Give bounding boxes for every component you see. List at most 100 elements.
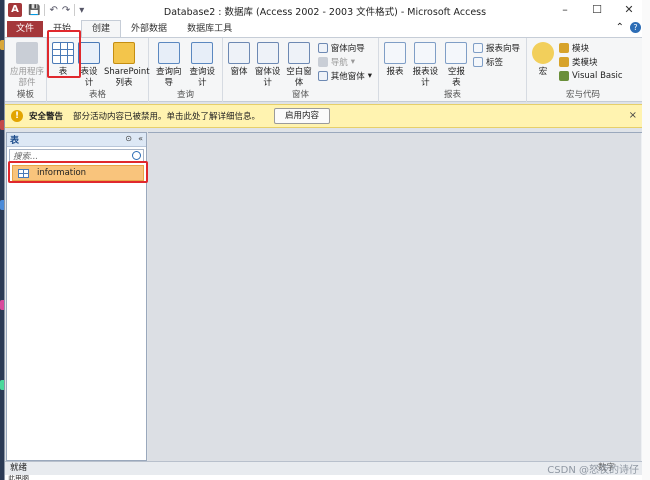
visual-basic-label: Visual Basic (572, 71, 623, 81)
access-app-icon[interactable]: A (8, 3, 22, 17)
report-design-label: 报表设计 (412, 67, 439, 88)
ribbon-collapse-icon[interactable]: ⌃ (616, 22, 624, 33)
macro-label: 宏 (538, 67, 548, 77)
tab-database-tools[interactable]: 数据库工具 (177, 21, 242, 37)
minimize-button[interactable]: – (549, 0, 581, 20)
query-wizard-icon (157, 42, 180, 64)
group-label-tables: 表格 (88, 90, 106, 100)
maximize-button[interactable]: ☐ (581, 0, 613, 20)
form-label: 窗体 (230, 67, 248, 77)
macro-icon (532, 42, 554, 64)
sharepoint-list-icon (113, 42, 135, 64)
tab-file[interactable]: 文件 (7, 21, 44, 37)
ribbon-group-reports: 报表 报表设计 空报表 报表向导 标签 报表 (379, 38, 527, 102)
document-workspace (148, 132, 645, 462)
group-label-forms: 窗体 (291, 90, 309, 100)
form-wizard-icon (317, 43, 328, 53)
desktop-label: 此电脑 (5, 475, 645, 480)
search-icon[interactable] (132, 151, 141, 160)
module-label: 模块 (572, 44, 590, 54)
visual-basic-button[interactable]: Visual Basic (559, 70, 623, 82)
form-design-label: 窗体设计 (254, 67, 281, 88)
form-design-icon (256, 42, 279, 64)
ribbon: 应用程序部件 模板 表 表设计 SharePoint 列表 表格 查询向导 查询… (5, 38, 645, 102)
customize-qat-icon[interactable]: ▾ (79, 5, 84, 16)
query-wizard-label: 查询向导 (155, 67, 182, 88)
blank-report-label: 空报表 (447, 67, 465, 88)
quick-access-toolbar: 💾 ↶ ↷ ▾ (28, 4, 84, 16)
group-label-reports: 报表 (443, 90, 461, 100)
labels-icon (472, 57, 483, 67)
blank-form-icon (288, 42, 311, 64)
table-design-label: 表设计 (80, 67, 98, 88)
more-forms-icon (317, 71, 328, 81)
security-warning-bar: ! 安全警告 部分活动内容已被禁用。单击此处了解详细信息。 启用内容 × (5, 104, 645, 128)
background-window-edge (642, 0, 650, 480)
tab-external-data[interactable]: 外部数据 (121, 21, 177, 37)
close-button[interactable]: ✕ (613, 0, 645, 20)
application-parts-icon (16, 42, 38, 64)
dropdown-arrow-icon: ▾ (350, 57, 355, 67)
ribbon-group-forms: 窗体 窗体设计 空白窗体 窗体向导 导航 ▾ 其他窗体 ▾ 窗体 (223, 38, 379, 102)
ribbon-group-queries: 查询向导 查询设计 查询 (149, 38, 223, 102)
group-label-macros-code: 宏与代码 (565, 90, 600, 100)
undo-icon[interactable]: ↶ (49, 5, 57, 16)
table-design-icon (78, 42, 100, 64)
nav-search-input[interactable]: 搜索... (13, 150, 38, 162)
warning-icon: ! (11, 110, 23, 122)
ribbon-group-macros-code: 宏 模块 类模块 Visual Basic 宏与代码 (527, 38, 639, 102)
enable-content-button[interactable]: 启用内容 (274, 108, 331, 124)
watermark: CSDN @怒夜的诗仔 (547, 465, 639, 476)
report-icon (384, 42, 406, 64)
navigation-icon (317, 57, 328, 67)
security-warning-message[interactable]: 部分活动内容已被禁用。单击此处了解详细信息。 (73, 110, 260, 122)
group-label-queries: 查询 (176, 90, 194, 100)
form-wizard-label: 窗体向导 (330, 44, 365, 54)
report-design-icon (414, 42, 437, 64)
visual-basic-icon (559, 71, 569, 81)
blank-report-icon (445, 42, 468, 64)
query-design-icon (191, 42, 214, 64)
help-icon[interactable]: ? (630, 22, 641, 33)
blank-form-label: 空白窗体 (286, 67, 312, 88)
navigation-label: 导航 (330, 58, 348, 68)
group-label-templates: 模板 (16, 90, 34, 100)
form-wizard-button[interactable]: 窗体向导 (317, 42, 372, 54)
ribbon-tabs: 文件 开始 创建 外部数据 数据库工具 ⌃ ? (5, 20, 645, 38)
dropdown-arrow-icon: ▾ (367, 71, 372, 81)
save-icon[interactable]: 💾 (28, 5, 40, 16)
report-wizard-button[interactable]: 报表向导 (472, 42, 520, 54)
class-module-button[interactable]: 类模块 (559, 56, 623, 68)
window-controls: – ☐ ✕ (549, 0, 645, 20)
navigation-button[interactable]: 导航 ▾ (317, 56, 372, 68)
more-forms-button[interactable]: 其他窗体 ▾ (317, 70, 372, 82)
module-icon (559, 43, 569, 53)
tab-create[interactable]: 创建 (81, 20, 122, 37)
status-text: 就绪 (10, 463, 28, 473)
labels-label: 标签 (485, 58, 503, 68)
report-wizard-label: 报表向导 (485, 44, 520, 54)
title-bar: A 💾 ↶ ↷ ▾ Database2 : 数据库 (Access 2002 -… (5, 0, 645, 20)
security-warning-title: 安全警告 (29, 112, 64, 122)
query-design-label: 查询设计 (189, 67, 215, 88)
redo-icon[interactable]: ↷ (62, 5, 70, 16)
qat-separator (44, 4, 46, 16)
access-window: A 💾 ↶ ↷ ▾ Database2 : 数据库 (Access 2002 -… (4, 0, 646, 480)
nav-menu-dropdown-icon[interactable]: ⊙ (125, 134, 132, 143)
annotation-highlight-table-button (47, 30, 81, 78)
labels-button[interactable]: 标签 (472, 56, 520, 68)
close-warning-icon[interactable]: × (629, 110, 637, 121)
report-wizard-icon (472, 43, 483, 53)
module-button[interactable]: 模块 (559, 42, 623, 54)
nav-pane-header[interactable]: 表 ⊙ « (7, 133, 146, 147)
application-parts-label: 应用程序部件 (10, 67, 45, 88)
class-module-icon (559, 57, 569, 67)
nav-pane-title: 表 (10, 136, 20, 146)
class-module-label: 类模块 (572, 58, 598, 68)
ribbon-help-area: ⌃ ? (616, 22, 641, 33)
form-icon (228, 42, 250, 64)
more-forms-label: 其他窗体 (330, 72, 365, 82)
qat-separator (74, 4, 76, 16)
sharepoint-list-label: SharePoint 列表 (104, 67, 150, 88)
nav-collapse-icon[interactable]: « (138, 134, 143, 143)
